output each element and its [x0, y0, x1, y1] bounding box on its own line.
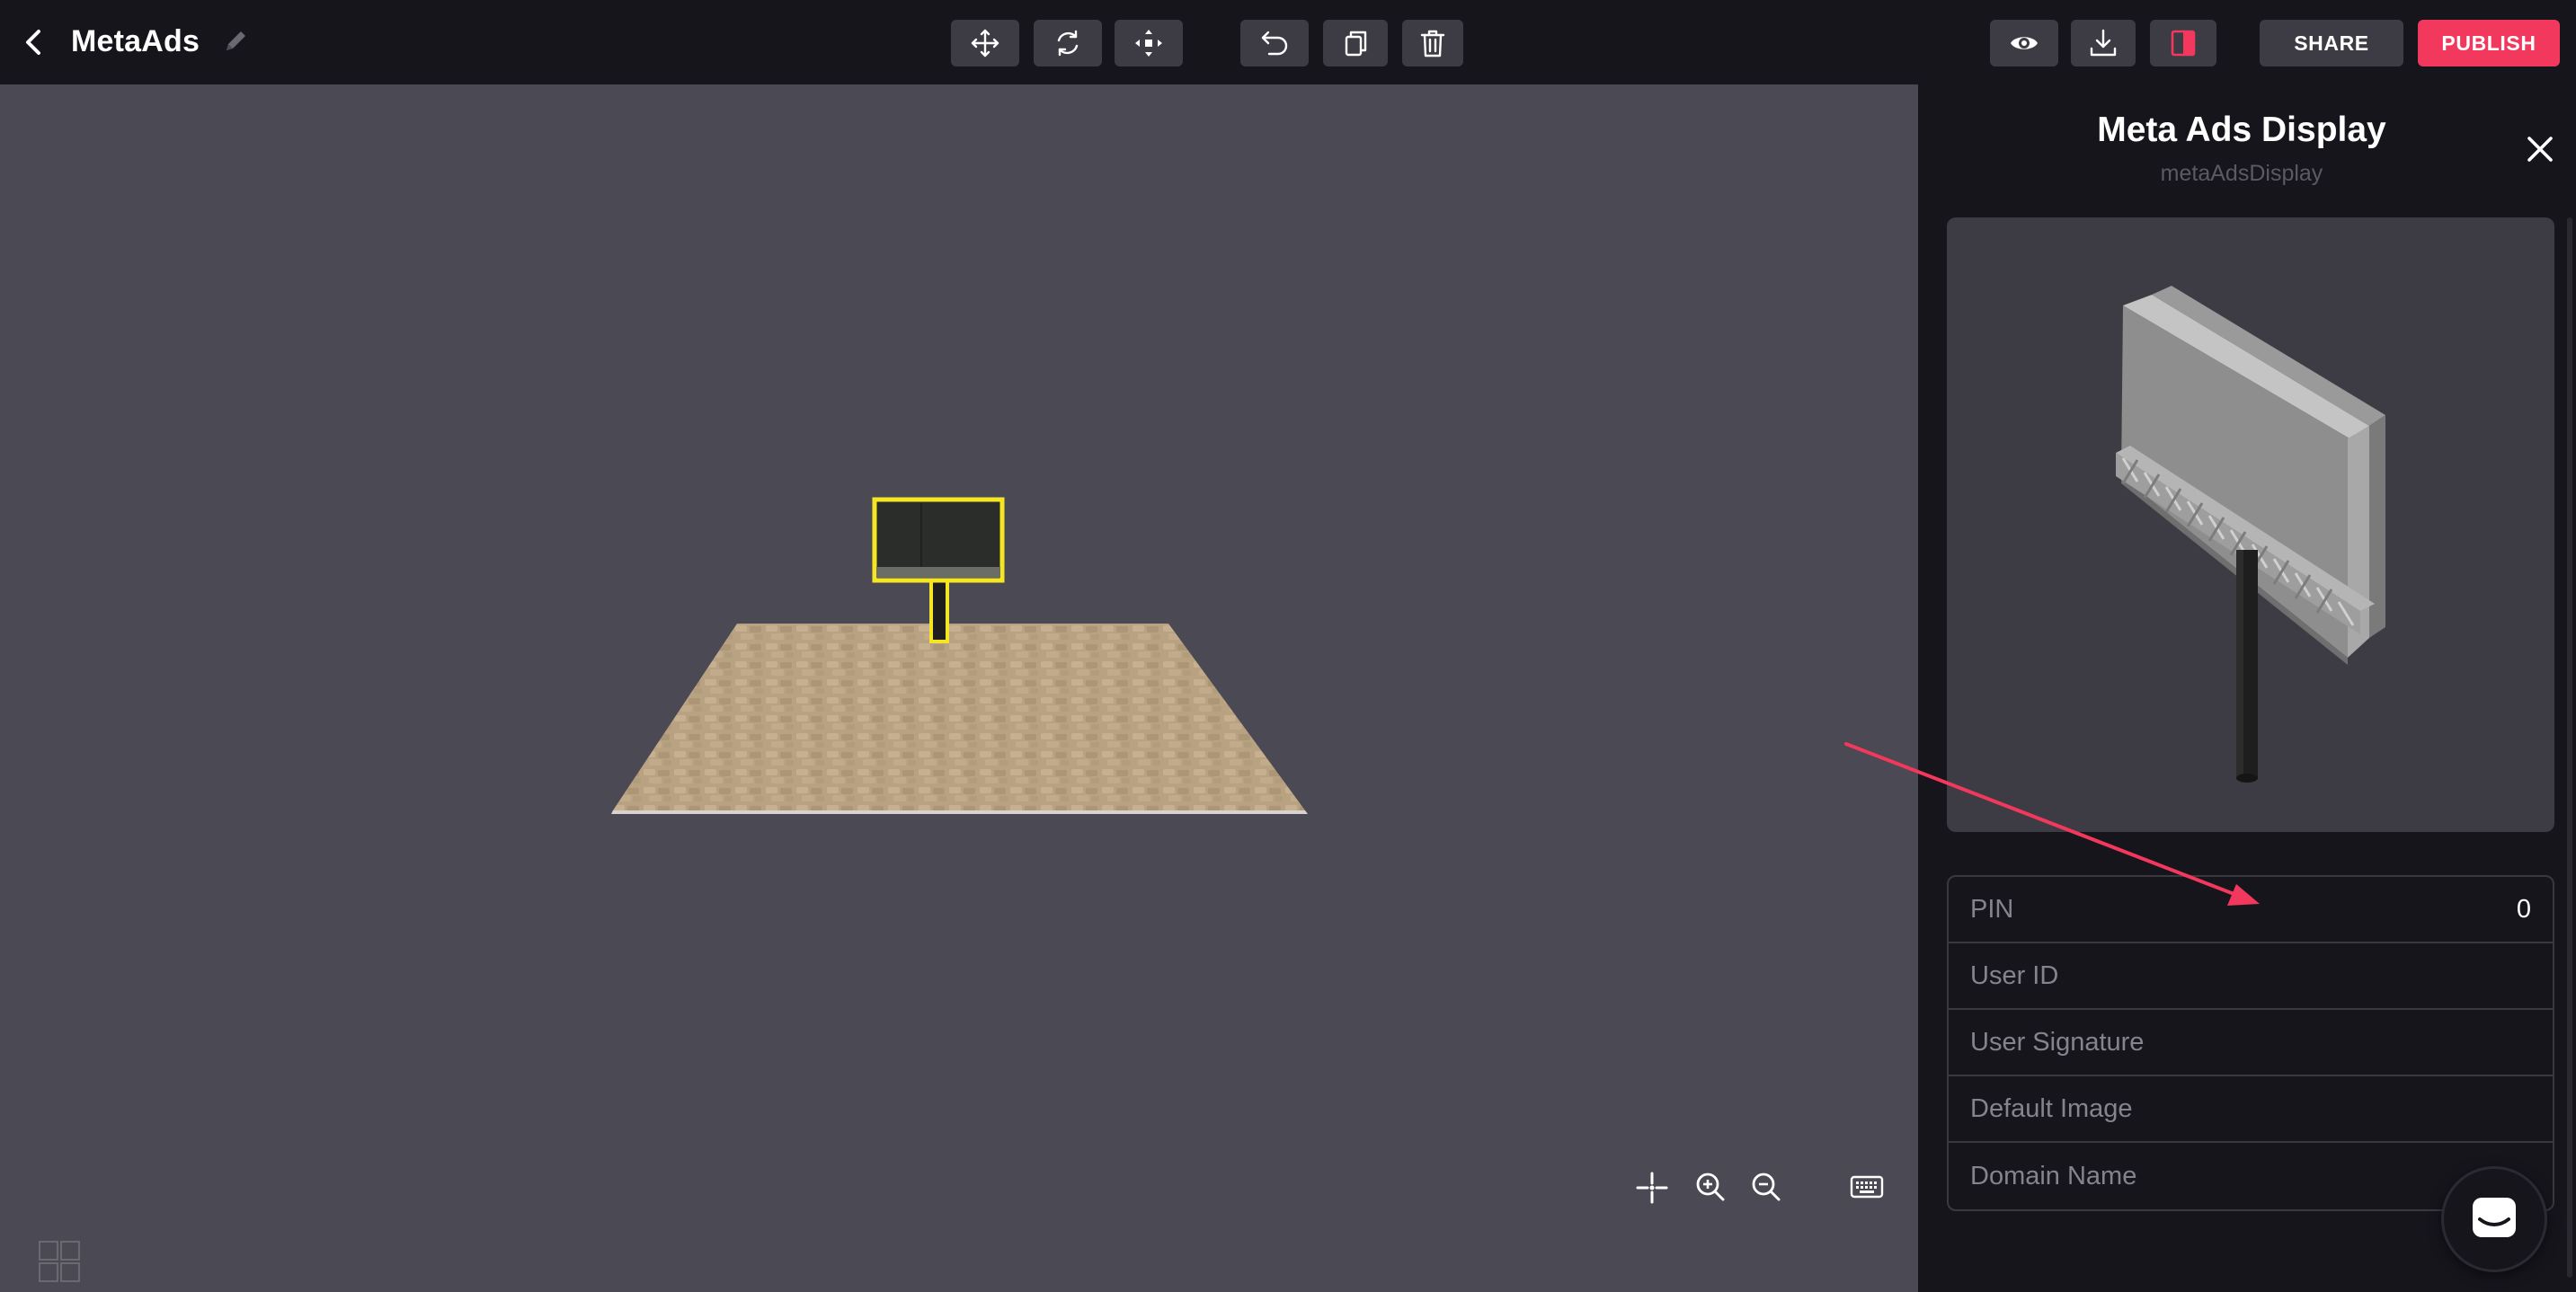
grid-icon	[39, 1241, 80, 1282]
eye-icon	[2011, 37, 2038, 49]
pencil-icon[interactable]	[219, 25, 252, 58]
property-label: User Signature	[1970, 1027, 2145, 1057]
billboard-model-image	[2116, 286, 2385, 783]
trash-icon	[1420, 30, 1445, 58]
scale-icon	[1135, 30, 1162, 57]
property-label: Domain Name	[1970, 1161, 2137, 1190]
toggle-panel-button[interactable]	[2150, 20, 2216, 66]
move-tool-button[interactable]	[951, 20, 1019, 66]
close-panel-button[interactable]	[2522, 131, 2558, 167]
move-arrows-icon	[971, 29, 999, 58]
property-value[interactable]: 0	[2517, 895, 2531, 925]
property-row-pin[interactable]: PIN 0	[1949, 877, 2553, 943]
back-button[interactable]	[18, 22, 50, 62]
rotate-icon	[1057, 30, 1079, 57]
chat-support-button[interactable]	[2441, 1166, 2547, 1272]
panel-title: Meta Ads Display	[2097, 111, 2386, 149]
undo-button[interactable]	[1240, 20, 1309, 66]
panel-toggle-icon	[2171, 30, 2196, 57]
delete-button[interactable]	[1402, 20, 1463, 66]
download-button[interactable]	[2071, 20, 2136, 66]
properties-panel: Meta Ads Display metaAdsDisplay PIN 0 Us…	[1918, 84, 2576, 1292]
chat-icon	[2473, 1198, 2516, 1237]
publish-button[interactable]: PUBLISH	[2418, 20, 2560, 66]
3d-viewport[interactable]	[0, 84, 1918, 1292]
close-icon	[2527, 137, 2553, 162]
crosshair-icon[interactable]	[1636, 1172, 1668, 1204]
selected-billboard[interactable]	[872, 497, 1005, 643]
duplicate-button[interactable]	[1323, 20, 1388, 66]
copy-icon	[1345, 31, 1367, 57]
model-preview	[1947, 217, 2554, 832]
download-icon	[2090, 29, 2117, 57]
panel-scrollbar[interactable]	[2567, 217, 2572, 1278]
top-bar: MetaAds SHARE PUBLISH	[0, 0, 2576, 84]
keyboard-icon[interactable]	[1850, 1175, 1884, 1199]
zoom-out-icon[interactable]	[1752, 1173, 1781, 1201]
property-row-default-image[interactable]: Default Image	[1949, 1076, 2553, 1143]
ground-plane[interactable]	[611, 624, 1308, 814]
property-row-user-id[interactable]: User ID	[1949, 943, 2553, 1010]
scene-canvas[interactable]	[0, 84, 1918, 1292]
viewport-bottom-tools	[1636, 1172, 1884, 1204]
property-label: User ID	[1970, 960, 2059, 990]
properties-list: PIN 0 User ID User Signature Default Ima…	[1947, 875, 2554, 1211]
property-label: PIN	[1970, 894, 2014, 924]
chevron-left-icon	[26, 30, 40, 55]
grid-toggle-button[interactable]	[38, 1240, 81, 1283]
zoom-in-icon[interactable]	[1696, 1173, 1725, 1201]
share-button[interactable]: SHARE	[2260, 20, 2403, 66]
scale-tool-button[interactable]	[1115, 20, 1183, 66]
rotate-tool-button[interactable]	[1034, 20, 1102, 66]
property-label: Default Image	[1970, 1093, 2133, 1123]
undo-icon	[1261, 31, 1288, 56]
property-row-user-signature[interactable]: User Signature	[1949, 1010, 2553, 1076]
project-title[interactable]: MetaAds	[71, 22, 200, 61]
panel-subtitle: metaAdsDisplay	[2160, 161, 2323, 186]
preview-button[interactable]	[1990, 20, 2058, 66]
